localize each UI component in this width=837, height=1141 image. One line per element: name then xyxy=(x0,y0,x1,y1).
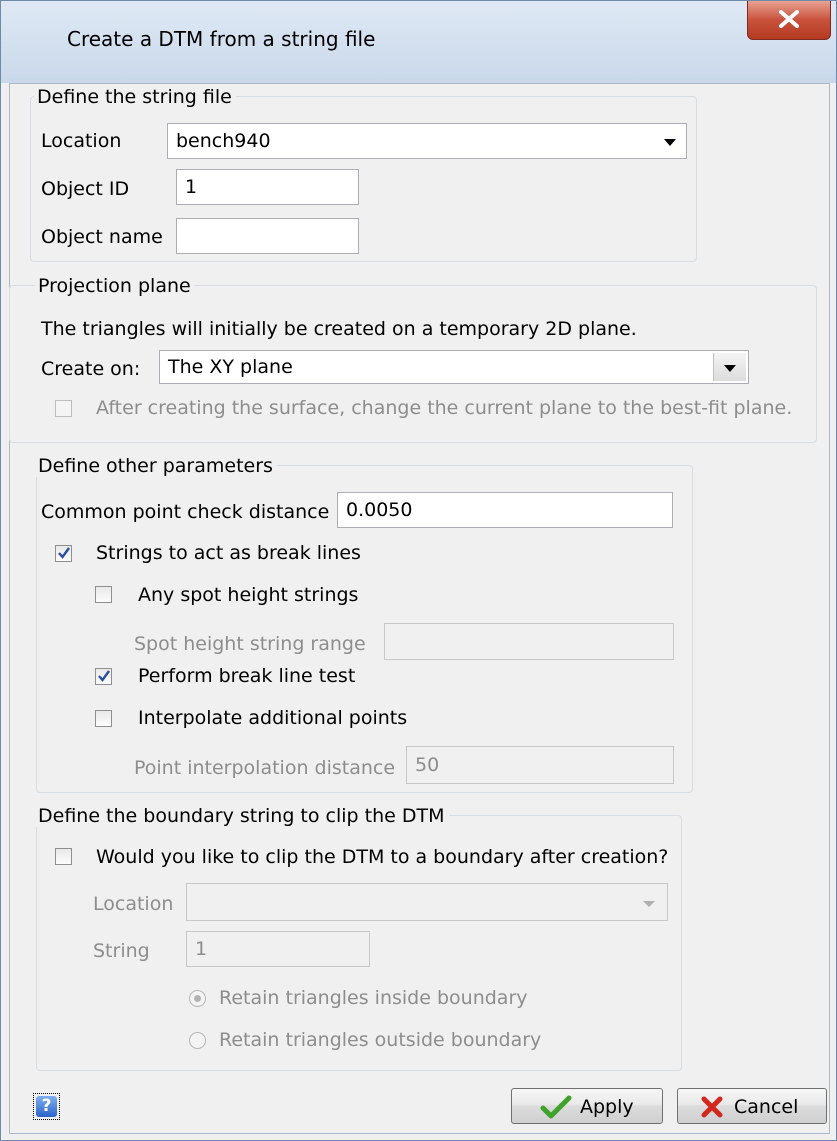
cross-icon xyxy=(701,1096,723,1118)
break-test-checkbox[interactable] xyxy=(95,668,112,685)
projection-description: The triangles will initially be created … xyxy=(41,318,637,340)
apply-label: Apply xyxy=(580,1096,634,1118)
boundary-string-value: 1 xyxy=(195,938,208,960)
boundary-location-combobox[interactable] xyxy=(186,883,668,921)
interp-distance-field[interactable]: 50 xyxy=(406,746,674,784)
close-button[interactable] xyxy=(747,1,831,40)
create-on-combobox[interactable]: The XY plane xyxy=(159,350,749,384)
location-label: Location xyxy=(41,130,122,152)
cancel-button[interactable]: Cancel xyxy=(677,1088,827,1124)
location-value: bench940 xyxy=(176,130,271,152)
location-combobox[interactable]: bench940 xyxy=(167,123,687,159)
boundary-string-field[interactable]: 1 xyxy=(186,931,370,967)
boundary-string-label: String xyxy=(93,940,150,962)
dialog-window: Create a DTM from a string file Define t… xyxy=(0,0,837,1141)
help-icon: ? xyxy=(36,1096,57,1117)
clip-checkbox[interactable] xyxy=(55,848,72,865)
help-button[interactable]: ? xyxy=(33,1093,60,1120)
boundary-legend: Define the boundary string to clip the D… xyxy=(35,805,449,827)
best-fit-checkbox[interactable] xyxy=(55,400,72,417)
object-name-label: Object name xyxy=(41,226,163,248)
close-icon xyxy=(779,10,799,28)
string-file-legend: Define the string file xyxy=(34,86,236,108)
title-bar[interactable]: Create a DTM from a string file xyxy=(1,1,836,83)
common-point-field[interactable]: 0.0050 xyxy=(337,492,673,528)
retain-inside-label: Retain triangles inside boundary xyxy=(219,987,528,1009)
common-point-label: Common point check distance xyxy=(41,501,330,523)
window-title: Create a DTM from a string file xyxy=(67,27,376,51)
interp-distance-value: 50 xyxy=(415,754,440,776)
object-name-field[interactable] xyxy=(176,218,359,254)
break-lines-checkbox[interactable] xyxy=(55,545,72,562)
retain-outside-radio[interactable] xyxy=(189,1032,206,1049)
best-fit-label: After creating the surface, change the c… xyxy=(96,397,793,419)
retain-inside-radio[interactable] xyxy=(189,990,206,1007)
retain-outside-label: Retain triangles outside boundary xyxy=(219,1029,542,1051)
object-id-label: Object ID xyxy=(41,178,130,200)
interp-distance-label: Point interpolation distance xyxy=(134,757,396,779)
interpolate-label: Interpolate additional points xyxy=(138,707,408,729)
spot-range-label: Spot height string range xyxy=(134,633,366,655)
break-test-label: Perform break line test xyxy=(138,665,356,687)
common-point-value: 0.0050 xyxy=(346,499,413,521)
checkmark-icon xyxy=(58,547,70,559)
spot-height-label: Any spot height strings xyxy=(138,584,359,606)
clip-label: Would you like to clip the DTM to a boun… xyxy=(96,846,669,868)
chevron-down-icon xyxy=(643,901,655,907)
object-id-field[interactable]: 1 xyxy=(176,169,359,205)
chevron-down-icon xyxy=(664,139,676,146)
create-on-label: Create on: xyxy=(41,358,141,380)
checkmark-icon xyxy=(540,1095,572,1119)
interpolate-checkbox[interactable] xyxy=(95,710,112,727)
object-id-value: 1 xyxy=(185,176,198,198)
create-on-value: The XY plane xyxy=(168,356,293,378)
other-parameters-legend: Define other parameters xyxy=(35,455,277,477)
checkmark-icon xyxy=(98,670,110,682)
create-on-dropdown-button[interactable] xyxy=(713,353,746,381)
apply-button[interactable]: Apply xyxy=(511,1088,663,1124)
spot-height-checkbox[interactable] xyxy=(95,586,112,603)
projection-plane-legend: Projection plane xyxy=(35,275,195,297)
break-lines-label: Strings to act as break lines xyxy=(96,542,361,564)
spot-range-field[interactable] xyxy=(384,623,674,660)
cancel-label: Cancel xyxy=(734,1096,799,1118)
chevron-down-icon xyxy=(724,365,736,372)
radio-selected-dot xyxy=(194,995,201,1002)
boundary-location-label: Location xyxy=(93,893,174,915)
